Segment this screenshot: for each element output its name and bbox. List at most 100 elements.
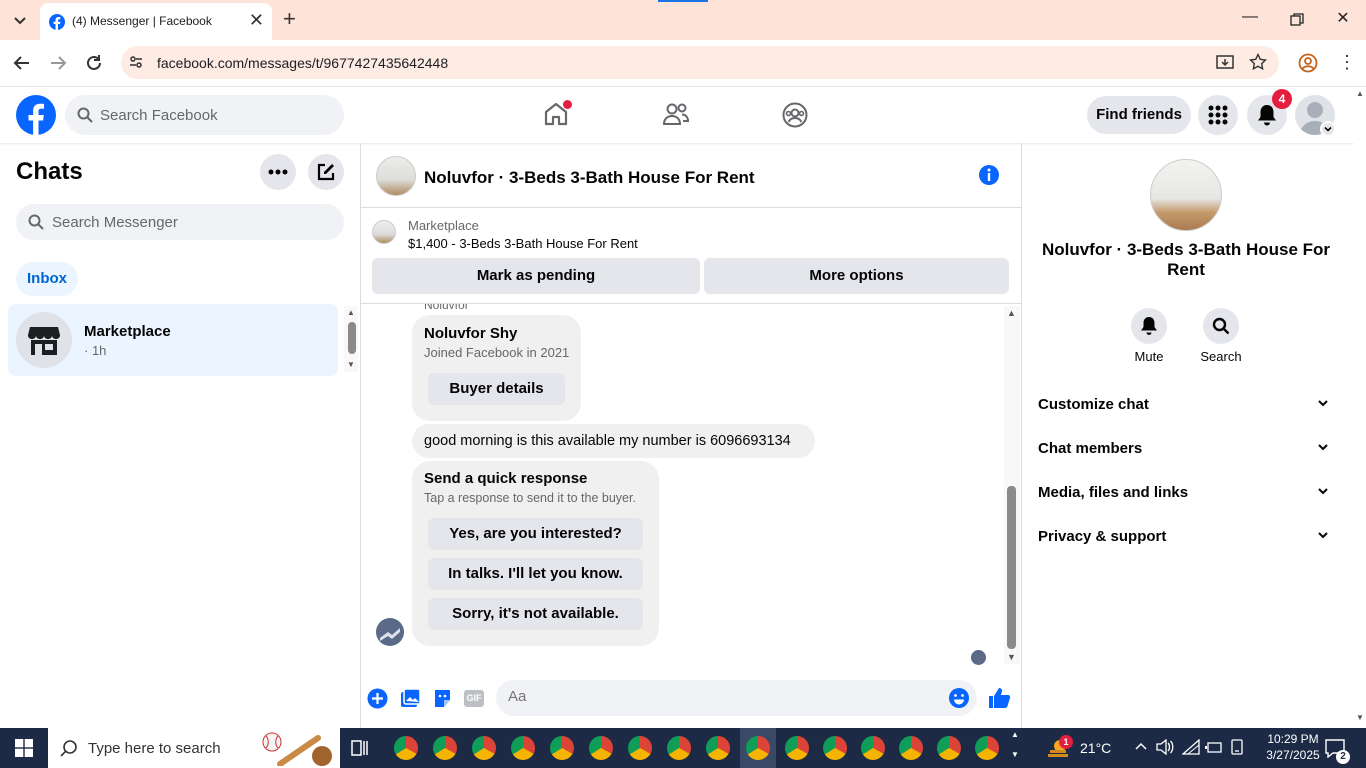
scroll-up-icon[interactable]: ▲ [347, 308, 355, 317]
menu-grid-button[interactable] [1198, 95, 1238, 135]
chrome-app-icon-active[interactable] [746, 736, 770, 760]
chrome-app-icon[interactable] [628, 736, 652, 760]
tab-close-icon[interactable]: ✕ [249, 10, 264, 30]
conversation-scroll-thumb[interactable] [1007, 486, 1016, 649]
scroll-down-icon[interactable]: ▼ [1356, 713, 1364, 722]
temperature-text[interactable]: 21°C [1080, 740, 1111, 756]
taskbar-overflow-arrows[interactable]: ▲ ▼ [1011, 730, 1019, 760]
chrome-app-icon[interactable] [706, 736, 730, 760]
emoji-icon[interactable] [948, 687, 970, 709]
groups-icon[interactable] [782, 102, 808, 128]
chat-list-scroll-thumb[interactable] [348, 322, 356, 354]
conversation-scrollbar[interactable]: ▲ ▼ [1004, 306, 1020, 664]
minimize-icon[interactable]: — [1238, 8, 1262, 26]
reload-icon[interactable] [85, 54, 103, 72]
chrome-app-icon[interactable] [511, 736, 535, 760]
info-icon[interactable] [978, 164, 1000, 186]
device-icon[interactable] [1229, 739, 1245, 755]
chat-members-row[interactable]: Chat members [1038, 440, 1338, 460]
search-conversation-button[interactable] [1203, 308, 1239, 344]
friends-icon[interactable] [663, 102, 689, 126]
windows-start-icon[interactable] [15, 739, 33, 757]
system-tray-chevron-icon[interactable] [1134, 740, 1148, 754]
listing-small-thumbnail[interactable] [372, 220, 396, 244]
account-chevron-icon[interactable] [1320, 121, 1336, 137]
chrome-app-icon[interactable] [667, 736, 691, 760]
like-thumbs-up-icon[interactable] [987, 686, 1011, 710]
chrome-app-icon[interactable] [589, 736, 613, 760]
chrome-app-icon[interactable] [823, 736, 847, 760]
facebook-logo-icon[interactable] [16, 95, 56, 135]
conversation-title[interactable]: Noluvfor · 3-Beds 3-Bath House For Rent [424, 168, 755, 188]
messenger-search-input[interactable]: Search Messenger [16, 204, 344, 240]
quick-response-option[interactable]: Sorry, it's not available. [428, 598, 643, 630]
sender-avatar[interactable] [376, 618, 404, 646]
tab-search-chevron-icon[interactable] [12, 12, 28, 28]
chrome-app-icon[interactable] [937, 736, 961, 760]
listing-title[interactable]: $1,400 - 3-Beds 3-Bath House For Rent [408, 236, 638, 251]
chat-options-button[interactable] [260, 154, 296, 190]
facebook-search-input[interactable]: Search Facebook [65, 95, 344, 135]
profile-icon[interactable] [1298, 53, 1318, 73]
quick-response-option[interactable]: Yes, are you interested? [428, 518, 643, 550]
scroll-down-icon[interactable]: ▼ [347, 360, 355, 369]
chrome-app-icon[interactable] [472, 736, 496, 760]
browser-tab-messenger[interactable]: (4) Messenger | Facebook ✕ [40, 3, 272, 40]
new-message-button[interactable] [308, 154, 344, 190]
task-view-icon[interactable] [350, 738, 370, 758]
chrome-app-icon[interactable] [433, 736, 457, 760]
taskbar-search-box[interactable]: Type here to search [48, 728, 340, 768]
message-composer[interactable] [496, 680, 977, 716]
message-bubble[interactable]: good morning is this available my number… [412, 424, 815, 458]
chat-name: Marketplace [84, 323, 171, 340]
chat-list-scrollbar[interactable]: ▲ ▼ [344, 306, 358, 372]
scroll-down-icon[interactable]: ▼ [1007, 652, 1016, 662]
chrome-app-icon[interactable] [550, 736, 574, 760]
mute-button[interactable] [1131, 308, 1167, 344]
scroll-up-icon[interactable]: ▲ [1007, 308, 1016, 318]
chrome-app-icon[interactable] [899, 736, 923, 760]
buyer-details-button[interactable]: Buyer details [428, 373, 565, 405]
volume-icon[interactable] [1156, 739, 1174, 755]
chrome-app-icon[interactable] [394, 736, 418, 760]
chrome-app-icon[interactable] [861, 736, 885, 760]
bookmark-star-icon[interactable] [1249, 53, 1267, 71]
grid-icon [1208, 105, 1228, 125]
find-friends-button[interactable]: Find friends [1087, 96, 1191, 134]
more-options-button[interactable]: More options [704, 258, 1009, 294]
sticker-icon[interactable] [432, 688, 453, 709]
chrome-app-icon[interactable] [785, 736, 809, 760]
browser-menu-icon[interactable]: ⋮ [1338, 53, 1356, 71]
more-actions-plus-icon[interactable] [367, 688, 388, 709]
listing-profile-photo[interactable] [1150, 159, 1222, 231]
mark-as-pending-button[interactable]: Mark as pending [372, 258, 700, 294]
forward-icon[interactable] [49, 54, 67, 72]
inbox-filter-tab[interactable]: Inbox [16, 262, 78, 296]
message-input[interactable] [508, 688, 928, 705]
site-info-icon[interactable] [128, 54, 144, 70]
quick-response-option[interactable]: In talks. I'll let you know. [428, 558, 643, 590]
chrome-app-icon[interactable] [975, 736, 999, 760]
install-app-icon[interactable] [1216, 54, 1234, 72]
message-text: good morning is this available my number… [424, 433, 791, 449]
customize-chat-row[interactable]: Customize chat [1038, 396, 1338, 416]
wifi-icon[interactable] [1182, 739, 1200, 755]
battery-icon[interactable] [1205, 739, 1223, 755]
restore-icon[interactable] [1290, 13, 1304, 27]
close-window-icon[interactable]: ✕ [1331, 8, 1355, 28]
attach-photo-icon[interactable] [400, 688, 421, 709]
chat-list-item[interactable]: Marketplace · 1h [8, 304, 338, 376]
back-icon[interactable] [13, 54, 31, 72]
section-label: Chat members [1038, 440, 1143, 457]
new-tab-button[interactable]: + [283, 8, 296, 30]
media-files-links-row[interactable]: Media, files and links [1038, 484, 1338, 504]
url-text[interactable]: facebook.com/messages/t/9677427435642448 [157, 55, 448, 71]
privacy-support-row[interactable]: Privacy & support [1038, 528, 1338, 548]
listing-thumbnail-avatar[interactable] [376, 156, 416, 196]
page-scrollbar[interactable]: ▲ ▼ [1354, 87, 1366, 728]
compose-icon [316, 162, 336, 182]
facebook-search-placeholder: Search Facebook [100, 107, 218, 124]
gif-icon[interactable]: GIF [464, 690, 484, 707]
scroll-up-icon[interactable]: ▲ [1356, 89, 1364, 98]
system-clock[interactable]: 10:29 PM 3/27/2025 [1255, 731, 1331, 763]
